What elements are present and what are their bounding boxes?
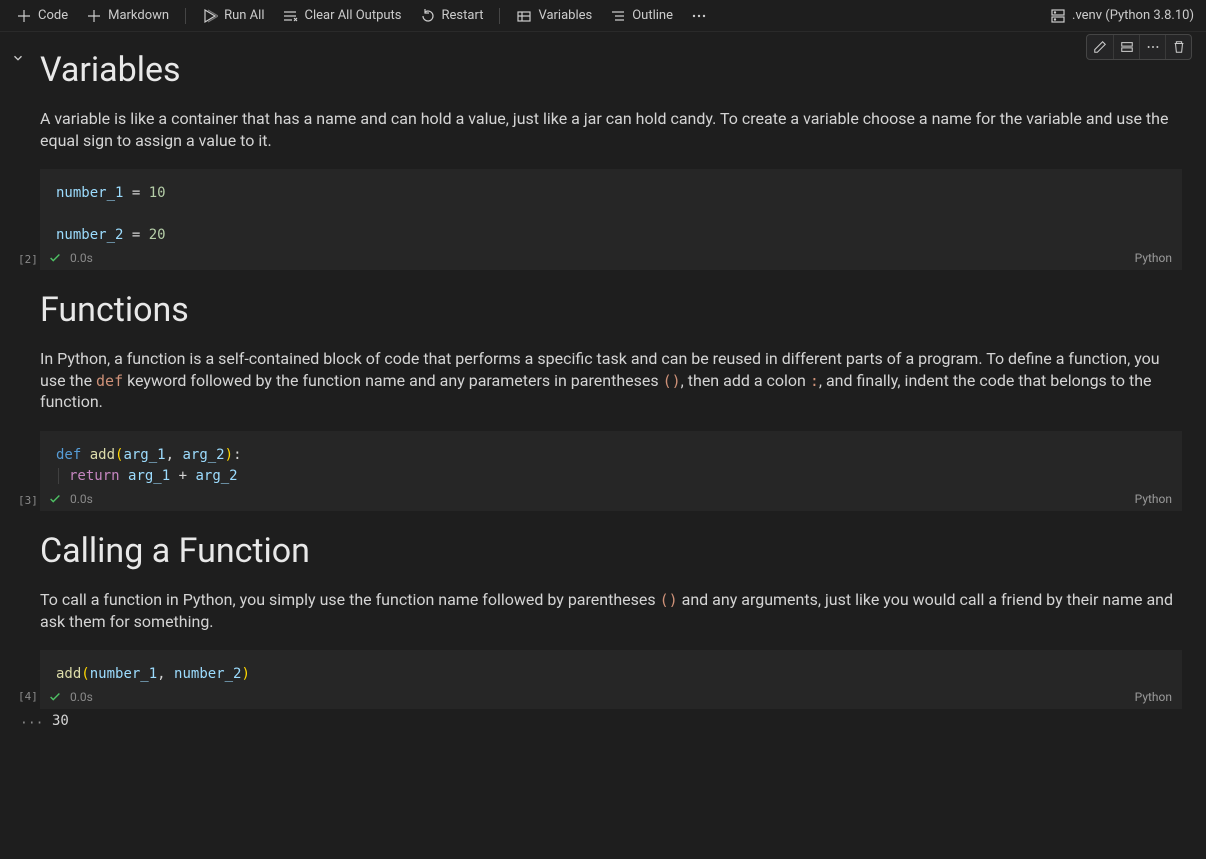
toolbar-separator [499,8,500,24]
plus-icon [86,8,102,24]
code-cell-3[interactable]: def add(arg_1, arg_2): return arg_1 + ar… [12,431,1194,511]
add-markdown-label: Markdown [108,8,169,23]
outline-button[interactable]: Outline [602,5,681,27]
outline-icon [610,8,626,24]
cell-language-label[interactable]: Python [1135,492,1172,506]
inline-code-parens: () [663,372,681,390]
cell-status-bar: 0.0s Python [40,487,1182,511]
success-check-icon [48,492,62,506]
cell-more-button[interactable] [1139,35,1165,59]
code-editor[interactable]: def add(arg_1, arg_2): return arg_1 + ar… [40,431,1182,487]
success-check-icon [48,690,62,704]
notebook-content: Variables A variable is like a container… [0,32,1206,757]
execution-time: 0.0s [70,690,93,704]
toolbar-more-button[interactable] [683,5,715,27]
markdown-cell-variables[interactable]: Variables A variable is like a container… [40,50,1182,151]
markdown-cell-calling[interactable]: Calling a Function To call a function in… [40,531,1182,632]
add-markdown-button[interactable]: Markdown [78,5,177,27]
plus-icon [16,8,32,24]
code-editor[interactable]: add(number_1, number_2) [40,650,1182,685]
outline-label: Outline [632,8,673,23]
run-all-icon [202,8,218,24]
run-all-button[interactable]: Run All [194,5,272,27]
delete-cell-button[interactable] [1165,35,1191,59]
add-code-button[interactable]: Code [8,5,76,27]
cell-actions [1086,34,1192,60]
heading-functions: Functions [40,290,1182,330]
notebook-toolbar: Code Markdown Run All Clear All Outputs … [0,0,1206,32]
variables-icon [516,8,532,24]
paragraph-calling: To call a function in Python, you simply… [40,589,1182,632]
toolbar-separator [185,8,186,24]
inline-code-parens: () [660,591,678,609]
markdown-cell-functions[interactable]: Functions In Python, a function is a sel… [40,290,1182,413]
cell-status-bar: 0.0s Python [40,685,1182,709]
execution-time: 0.0s [70,492,93,506]
paragraph-functions: In Python, a function is a self-containe… [40,348,1182,413]
add-code-label: Code [38,8,68,23]
paragraph-variables: A variable is like a container that has … [40,108,1182,151]
ellipsis-icon [691,8,707,24]
inline-code-colon: : [810,372,819,390]
code-cell-4[interactable]: add(number_1, number_2) [4] 0.0s Python … [12,650,1194,733]
clear-outputs-icon [282,8,298,24]
output-collapse-icon[interactable]: ··· [20,716,43,731]
inline-code-def: def [96,372,123,390]
cell-status-bar: 0.0s Python [40,246,1182,270]
run-all-label: Run All [224,8,264,23]
execution-time: 0.0s [70,251,93,265]
execution-count: [2] [18,253,38,266]
heading-variables: Variables [40,50,1182,90]
variables-label: Variables [538,8,592,23]
restart-button[interactable]: Restart [412,5,492,27]
split-cell-button[interactable] [1113,35,1139,59]
kernel-label: .venv (Python 3.8.10) [1072,8,1194,23]
cell-language-label[interactable]: Python [1135,251,1172,265]
heading-calling: Calling a Function [40,531,1182,571]
success-check-icon [48,251,62,265]
output-value: 30 [52,713,69,729]
code-cell-2[interactable]: number_1 = 10 number_2 = 20 [2] 0.0s Pyt… [12,169,1194,270]
clear-outputs-label: Clear All Outputs [304,8,401,23]
restart-label: Restart [442,8,484,23]
variables-button[interactable]: Variables [508,5,600,27]
kernel-selector[interactable]: .venv (Python 3.8.10) [1050,8,1198,24]
collapse-section-chevron[interactable] [10,50,26,66]
code-editor[interactable]: number_1 = 10 number_2 = 20 [40,169,1182,246]
clear-outputs-button[interactable]: Clear All Outputs [274,5,409,27]
cell-output: 30 [40,709,1182,733]
execution-count: [4] [18,690,38,703]
restart-icon [420,8,436,24]
server-icon [1050,8,1066,24]
edit-cell-button[interactable] [1087,35,1113,59]
execution-count: [3] [18,494,38,507]
cell-language-label[interactable]: Python [1135,690,1172,704]
